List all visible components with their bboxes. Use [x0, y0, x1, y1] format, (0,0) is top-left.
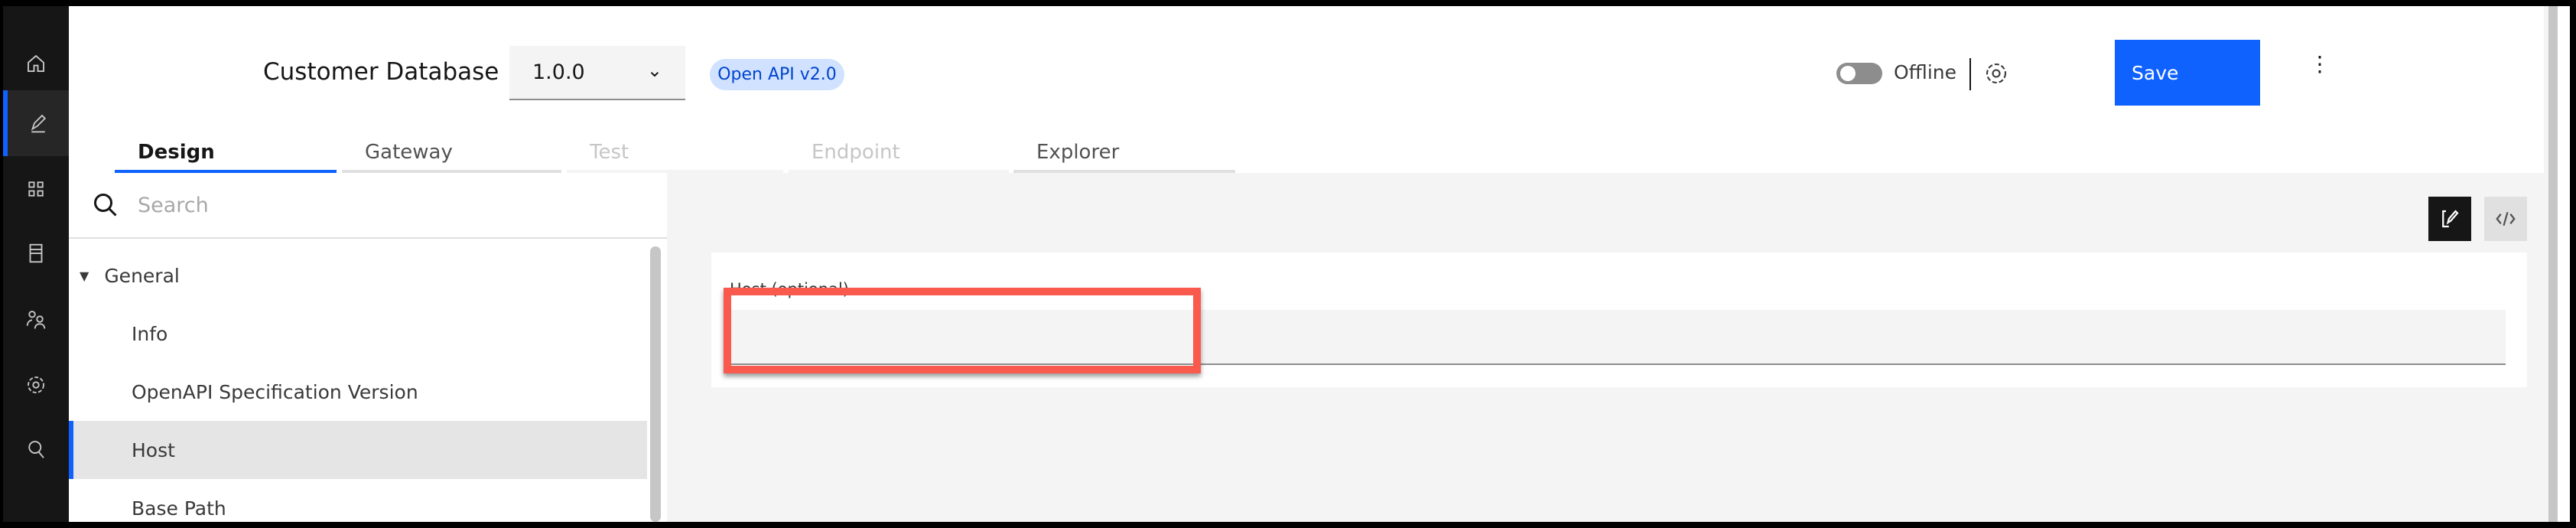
caret-down-icon: ▼: [80, 268, 89, 283]
tree-item-base-path[interactable]: Base Path: [69, 479, 647, 522]
api-settings-button[interactable]: [1982, 60, 2010, 87]
tab-explorer[interactable]: Explorer: [1013, 129, 1235, 173]
nav-members[interactable]: [3, 286, 69, 352]
version-value: 1.0.0: [532, 60, 585, 84]
sidebar-search[interactable]: Search: [69, 173, 667, 239]
search-placeholder: Search: [138, 193, 209, 217]
edit-icon: [2442, 210, 2459, 228]
tree-item-openapi-version[interactable]: OpenAPI Specification Version: [69, 363, 647, 421]
api-title: Customer Database: [263, 58, 499, 86]
edit-icon: [31, 114, 47, 133]
divider: [1969, 58, 1971, 90]
host-card: Host (optional): [711, 253, 2527, 387]
tab-gateway[interactable]: Gateway: [342, 129, 561, 173]
search-icon: [28, 441, 44, 458]
home-icon: [28, 54, 44, 72]
tab-label: Explorer: [1036, 141, 1120, 164]
chevron-down-icon: ⌄: [646, 60, 662, 81]
settings-icon: [1986, 63, 2007, 84]
tab-label: Test: [590, 141, 629, 164]
source-view-button[interactable]: [2484, 197, 2527, 241]
tab-label: Gateway: [365, 141, 453, 164]
save-button[interactable]: Save: [2115, 40, 2260, 106]
host-label: Host (optional): [730, 280, 849, 298]
item-label: Host: [132, 438, 175, 461]
users-icon: [26, 311, 46, 329]
tab-endpoint: Endpoint: [789, 129, 1009, 173]
catalog-icon: [29, 243, 43, 263]
tab-test: Test: [567, 129, 783, 173]
nav-home[interactable]: [3, 31, 69, 96]
item-label: Base Path: [132, 497, 226, 520]
spec-badge: Open API v2.0: [710, 59, 844, 90]
left-nav: [3, 6, 69, 522]
tree-section-general[interactable]: ▼ General: [69, 246, 647, 305]
code-icon: [2496, 211, 2516, 227]
nav-apps[interactable]: [3, 156, 69, 222]
settings-icon: [28, 376, 44, 393]
nav-catalog[interactable]: [3, 220, 69, 286]
tab-design[interactable]: Design: [115, 129, 337, 173]
toggle-label: Offline: [1894, 61, 1957, 83]
sidebar-scrollbar[interactable]: [650, 246, 661, 522]
overflow-menu-icon[interactable]: ⋮: [2309, 54, 2330, 87]
search-icon: [94, 194, 117, 217]
apps-icon: [28, 181, 44, 197]
offline-toggle[interactable]: [1836, 63, 1882, 84]
editor-panel: Host (optional): [667, 173, 2556, 522]
tree-item-host[interactable]: Host: [69, 421, 647, 479]
tree-item-info[interactable]: Info: [69, 305, 647, 363]
section-label: General: [104, 264, 180, 287]
tab-label: Endpoint: [812, 141, 900, 164]
app-window: Customer Database 1.0.0 ⌄ Open API v2.0 O…: [3, 6, 2570, 522]
item-label: Info: [132, 322, 168, 345]
tab-label: Design: [138, 141, 215, 164]
page-scrollbar[interactable]: [2544, 6, 2558, 522]
toggle-knob: [1840, 66, 1856, 81]
nav-settings[interactable]: [3, 352, 69, 418]
nav-develop[interactable]: [3, 90, 69, 156]
form-view-button[interactable]: [2428, 197, 2471, 241]
nav-search[interactable]: [3, 416, 69, 482]
version-dropdown[interactable]: 1.0.0 ⌄: [509, 46, 685, 100]
sidebar: Search ▼ General Info OpenAPI Specificati…: [69, 173, 667, 522]
item-label: OpenAPI Specification Version: [132, 380, 418, 403]
host-input[interactable]: [730, 310, 2506, 365]
